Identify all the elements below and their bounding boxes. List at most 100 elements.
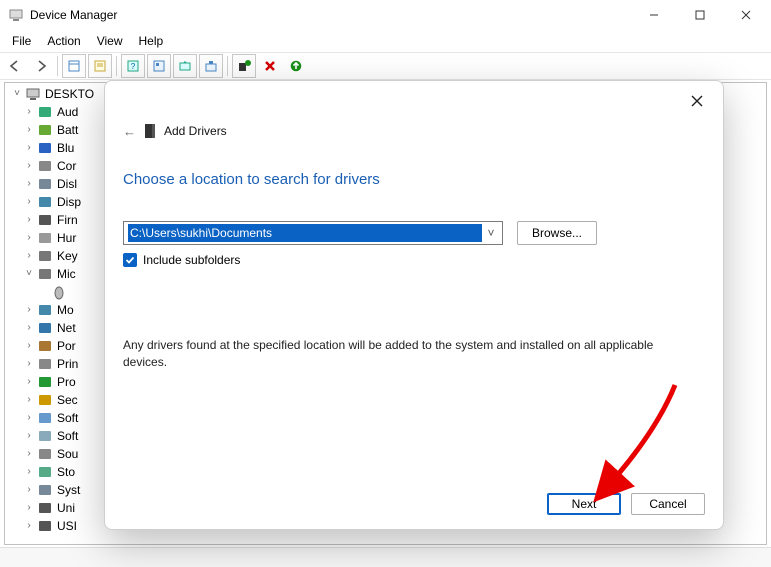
security-icon (37, 392, 53, 408)
chevron-icon[interactable]: › (23, 373, 35, 391)
chevron-icon[interactable]: › (23, 175, 35, 193)
dialog-button-row: Next Cancel (547, 493, 705, 515)
chevron-icon[interactable]: › (23, 355, 35, 373)
chevron-icon[interactable]: › (23, 427, 35, 445)
close-button[interactable] (723, 0, 769, 30)
toolbar-update-button[interactable] (173, 54, 197, 78)
window-title: Device Manager (30, 8, 631, 22)
include-subfolders-checkbox[interactable]: Include subfolders (123, 253, 240, 267)
back-arrow-icon[interactable]: ← (123, 124, 136, 139)
toolbar-enable-button[interactable] (284, 54, 308, 78)
tree-item-label: Sec (55, 391, 78, 409)
browse-button[interactable]: Browse... (517, 221, 597, 245)
maximize-button[interactable] (677, 0, 723, 30)
storage-icon (37, 464, 53, 480)
menu-file[interactable]: File (4, 32, 39, 50)
chevron-icon[interactable]: › (23, 409, 35, 427)
tree-item-label: Sto (55, 463, 75, 481)
tree-item-label: Soft (55, 409, 78, 427)
chevron-icon[interactable]: › (23, 229, 35, 247)
disk-icon (37, 176, 53, 192)
dialog-description: Any drivers found at the specified locat… (123, 337, 683, 371)
chevron-icon[interactable]: › (23, 103, 35, 121)
chevron-icon[interactable]: › (23, 463, 35, 481)
chevron-icon[interactable]: › (23, 247, 35, 265)
tree-item-label: Prin (55, 355, 78, 373)
tree-item-label: Batt (55, 121, 78, 139)
toolbar-separator (116, 56, 117, 76)
menu-view[interactable]: View (89, 32, 131, 50)
tree-item-label: Key (55, 247, 78, 265)
toolbar-disable-button[interactable] (258, 54, 282, 78)
bluetooth-icon (37, 140, 53, 156)
tree-item-label: Cor (55, 157, 76, 175)
chevron-icon[interactable]: › (23, 157, 35, 175)
computer-icon (25, 86, 41, 102)
chevron-icon[interactable]: ˅ (23, 265, 35, 283)
minimize-button[interactable] (631, 0, 677, 30)
dialog-close-button[interactable] (681, 87, 713, 115)
monitor-icon (37, 302, 53, 318)
toolbar-separator (227, 56, 228, 76)
toolbar-forward-button[interactable] (29, 54, 53, 78)
driver-path-value[interactable]: C:\Users\sukhi\Documents (128, 224, 482, 242)
computer-icon (37, 158, 53, 174)
hid-icon (37, 230, 53, 246)
toolbar-scan-button[interactable] (147, 54, 171, 78)
chevron-icon[interactable]: › (23, 517, 35, 535)
chevron-icon[interactable]: › (23, 391, 35, 409)
chevron-icon[interactable]: › (23, 139, 35, 157)
chevron-icon[interactable]: › (23, 499, 35, 517)
tree-item-label: Disl (55, 175, 77, 193)
tree-item-label: Por (55, 337, 76, 355)
chevron-icon[interactable]: › (23, 337, 35, 355)
dialog-breadcrumb: ← Add Drivers (123, 123, 227, 139)
port-icon (37, 338, 53, 354)
menu-action[interactable]: Action (39, 32, 88, 50)
printer-icon (37, 356, 53, 372)
display-icon (37, 194, 53, 210)
tree-item-label: Hur (55, 229, 76, 247)
chevron-icon[interactable]: › (23, 481, 35, 499)
chevron-icon[interactable]: › (23, 211, 35, 229)
device-manager-icon (8, 7, 24, 23)
chevron-icon[interactable]: › (23, 121, 35, 139)
cancel-button[interactable]: Cancel (631, 493, 705, 515)
tree-item-label: Pro (55, 373, 76, 391)
keyboard-icon (37, 248, 53, 264)
sound-icon (37, 446, 53, 462)
usb-icon (37, 500, 53, 516)
chevron-icon[interactable]: › (23, 301, 35, 319)
toolbar-add-driver-button[interactable] (232, 54, 256, 78)
toolbar: ? (0, 52, 771, 80)
menu-help[interactable]: Help (131, 32, 172, 50)
tree-item-label: Uni (55, 499, 75, 517)
tree-item-label: Firn (55, 211, 78, 229)
battery-icon (37, 122, 53, 138)
toolbar-help-button[interactable]: ? (121, 54, 145, 78)
chevron-down-icon[interactable]: ˅ (11, 85, 23, 103)
tree-item-label: USI (55, 517, 77, 535)
next-button[interactable]: Next (547, 493, 621, 515)
toolbar-uninstall-button[interactable] (199, 54, 223, 78)
tree-item-label: Soft (55, 427, 78, 445)
tree-root-label: DESKTO (43, 85, 94, 103)
chevron-icon[interactable]: › (23, 319, 35, 337)
dialog-breadcrumb-label: Add Drivers (164, 124, 227, 138)
tree-item-label: Mic (55, 265, 76, 283)
tree-item-label: Syst (55, 481, 80, 499)
tree-item-label: Aud (55, 103, 78, 121)
chevron-icon[interactable]: › (23, 193, 35, 211)
mouse-icon (37, 266, 53, 282)
chevron-down-icon[interactable]: ˅ (482, 226, 500, 240)
tree-item-label: Mo (55, 301, 74, 319)
software2-icon (37, 428, 53, 444)
driver-path-combobox[interactable]: C:\Users\sukhi\Documents ˅ (123, 221, 503, 245)
toolbar-show-hide-tree-button[interactable] (62, 54, 86, 78)
toolbar-back-button[interactable] (3, 54, 27, 78)
chevron-icon[interactable]: › (23, 445, 35, 463)
svg-text:?: ? (131, 62, 136, 71)
toolbar-properties-button[interactable] (88, 54, 112, 78)
titlebar: Device Manager (0, 0, 771, 30)
software-icon (37, 410, 53, 426)
